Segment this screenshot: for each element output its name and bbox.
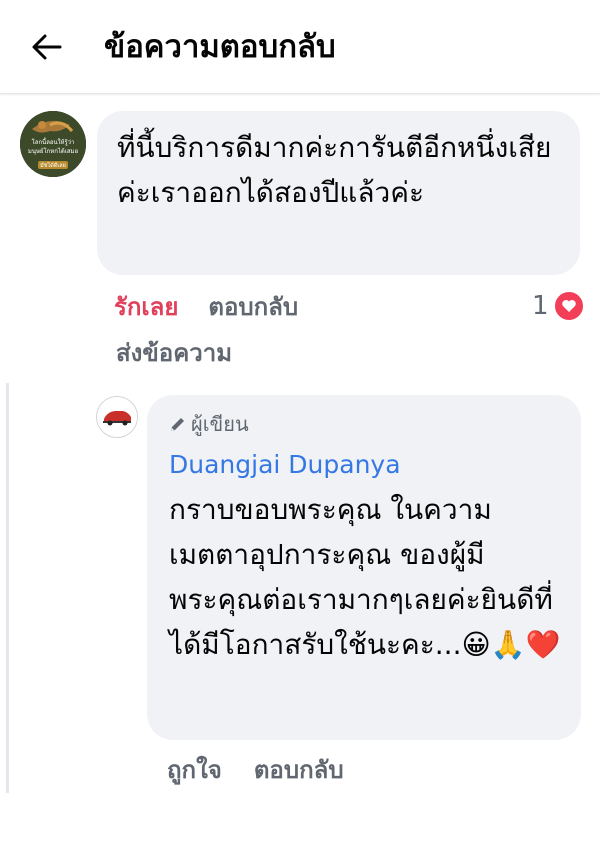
love-reaction-button[interactable]: รักเลย [114,293,178,321]
author-badge: ผู้เขียน [191,412,249,436]
send-message-button[interactable]: ส่งข้อความ [116,333,232,373]
svg-text:มนุษย์โกหกได้เสมอ: มนุษย์โกหกได้เสมอ [28,147,79,155]
back-arrow-icon[interactable] [30,30,64,64]
reply-actions: ถูกใจ ตอบกลับ [167,750,344,790]
reply-button[interactable]: ตอบกลับ [208,293,298,321]
thread-line [6,383,9,793]
comment-bubble[interactable]: ที่นี้บริการดีมากค่ะการันตีอีกหนึ่งเสียค… [97,111,580,275]
svg-text:มัชได้ดีเลย: มัชได้ดีเลย [40,162,66,169]
comment-actions: รักเลย ตอบกลับ [114,287,298,327]
reply-text: กราบขอบพระคุณ ในความเมตตาอุปการะคุณ ของผ… [169,493,561,661]
avatar-image: โลกนี้ลอนให้รู้ว่า มนุษย์โกหกได้เสมอ มัช… [20,111,86,177]
heart-reaction-icon [552,290,585,322]
pencil-icon [171,418,184,431]
author-name-link[interactable]: Duangjai Dupanya [169,447,401,483]
comment-text: ที่นี้บริการดีมากค่ะการันตีอีกหนึ่งเสียค… [117,131,552,209]
like-button[interactable]: ถูกใจ [167,756,222,784]
commenter-avatar[interactable]: โลกนี้ลอนให้รู้ว่า มนุษย์โกหกได้เสมอ มัช… [20,111,86,177]
car-logo-icon [97,397,137,437]
author-badge-row: ผู้เขียน [169,409,249,439]
reaction-count: 1 [532,291,549,321]
author-avatar[interactable] [96,396,138,438]
top-app-bar: ข้อความตอบกลับ [0,0,600,94]
reply-button-2[interactable]: ตอบกลับ [254,756,344,784]
reaction-summary[interactable]: 1 [532,289,585,323]
page-title: ข้อความตอบกลับ [104,29,336,65]
reply-bubble[interactable]: ผู้เขียน Duangjai Dupanya กราบขอบพระคุณ … [147,395,581,740]
